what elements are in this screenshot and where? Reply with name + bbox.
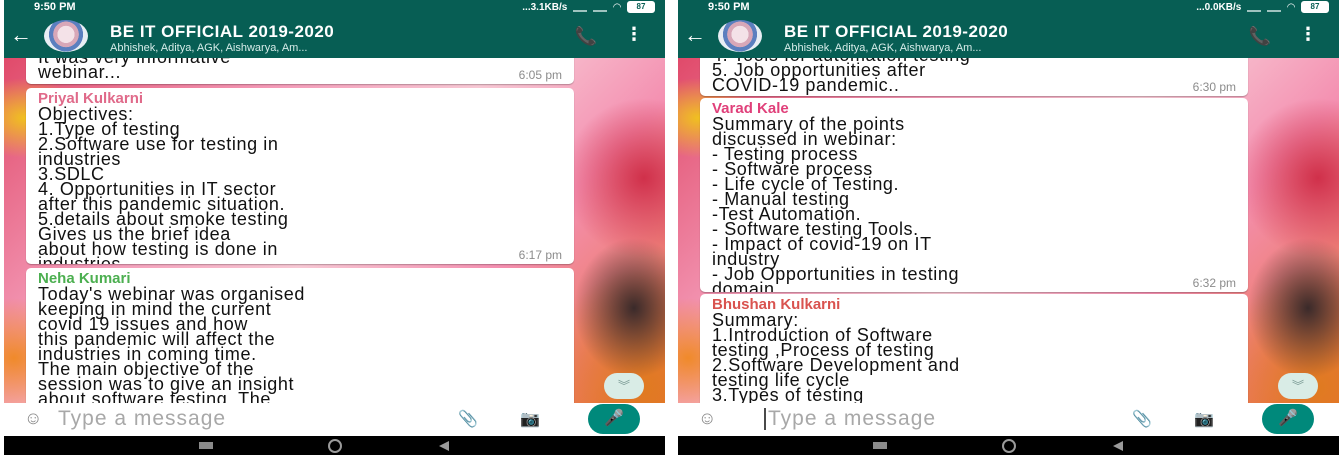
- chat-header[interactable]: ← BE IT OFFICIAL 2019-2020 Abhishek, Adi…: [4, 14, 665, 58]
- microphone-icon: 🎤: [604, 410, 624, 427]
- nav-back-icon[interactable]: [439, 441, 449, 451]
- message-input[interactable]: Type a message: [58, 407, 226, 431]
- chat-area[interactable]: 4. Tools for automation testing 5. Job o…: [678, 58, 1339, 403]
- network-speed: ...3.1KB/s: [522, 1, 568, 13]
- message-time: 6:30 pm: [1192, 80, 1236, 94]
- group-avatar[interactable]: [718, 20, 762, 52]
- group-members[interactable]: Abhishek, Aditya, AGK, Aishwarya, Am...: [110, 42, 307, 54]
- message-bubble[interactable]: 4. Tools for automation testing 5. Job o…: [700, 58, 1248, 96]
- android-nav-bar: [678, 436, 1339, 455]
- group-avatar[interactable]: [44, 20, 88, 52]
- scroll-down-button[interactable]: ︾: [604, 373, 644, 399]
- message-input[interactable]: Type a message: [768, 407, 936, 431]
- signal-icon-2: [1267, 2, 1282, 12]
- message-bubble[interactable]: Bhushan Kulkarni Summary: 1.Introduction…: [700, 294, 1248, 403]
- add-call-icon[interactable]: 📞: [575, 26, 597, 47]
- more-options-icon[interactable]: ⋮: [1299, 24, 1317, 45]
- microphone-icon: 🎤: [1278, 410, 1298, 427]
- home-icon[interactable]: [1002, 439, 1016, 453]
- scroll-down-button[interactable]: ︾: [1278, 373, 1318, 399]
- android-nav-bar: [4, 436, 665, 455]
- add-call-icon[interactable]: 📞: [1249, 26, 1271, 47]
- status-right: ...3.1KB/s ◠ 87: [522, 1, 655, 13]
- chat-header[interactable]: ← BE IT OFFICIAL 2019-2020 Abhishek, Adi…: [678, 14, 1339, 58]
- arrow-left-icon[interactable]: ←: [10, 24, 32, 46]
- text-cursor: [764, 408, 766, 430]
- message-bubble[interactable]: Neha Kumari Today's webinar was organise…: [26, 268, 574, 403]
- right-phone-screen: 9:50 PM ...0.0KB/s ◠ 87 ← BE IT OFFICIAL…: [678, 0, 1339, 455]
- message-text: It was very informative webinar...: [38, 58, 230, 82]
- group-members[interactable]: Abhishek, Aditya, AGK, Aishwarya, Am...: [784, 42, 981, 54]
- message-text: Summary: 1.Introduction of Software test…: [712, 310, 960, 403]
- message-input-bar[interactable]: ☺ Type a message 📎 📷: [10, 405, 580, 433]
- message-time: 6:05 pm: [518, 68, 562, 82]
- recents-icon[interactable]: [873, 442, 887, 449]
- message-time: 6:17 pm: [518, 248, 562, 262]
- mic-button[interactable]: 🎤: [1262, 404, 1314, 434]
- battery-icon: 87: [627, 1, 655, 13]
- battery-icon: 87: [1301, 1, 1329, 13]
- attach-icon[interactable]: 📎: [458, 409, 478, 429]
- message-input-bar[interactable]: ☺ Type a message 📎 📷: [684, 405, 1254, 433]
- mic-button[interactable]: 🎤: [588, 404, 640, 434]
- nav-back-icon[interactable]: [1113, 441, 1123, 451]
- network-speed: ...0.0KB/s: [1196, 1, 1242, 13]
- wifi-icon: ◠: [1287, 1, 1295, 13]
- left-phone-screen: 9:50 PM ...3.1KB/s ◠ 87 ← BE IT OFFICIAL…: [4, 0, 665, 455]
- message-text: Summary of the points discussed in webin…: [712, 114, 960, 292]
- status-bar: 9:50 PM ...0.0KB/s ◠ 87: [678, 0, 1339, 14]
- recents-icon[interactable]: [199, 442, 213, 449]
- group-title[interactable]: BE IT OFFICIAL 2019-2020: [110, 22, 334, 42]
- message-bubble[interactable]: Varad Kale Summary of the points discuss…: [700, 98, 1248, 292]
- group-title[interactable]: BE IT OFFICIAL 2019-2020: [784, 22, 1008, 42]
- signal-icon-2: [593, 2, 608, 12]
- status-bar: 9:50 PM ...3.1KB/s ◠ 87: [4, 0, 665, 14]
- camera-icon[interactable]: 📷: [520, 409, 540, 429]
- emoji-icon[interactable]: ☺: [698, 408, 716, 429]
- message-bubble[interactable]: Priyal Kulkarni Objectives: 1.Type of te…: [26, 88, 574, 264]
- arrow-left-icon[interactable]: ←: [684, 24, 706, 46]
- message-time: 6:32 pm: [1192, 276, 1236, 290]
- status-right: ...0.0KB/s ◠ 87: [1196, 1, 1329, 13]
- message-text: 4. Tools for automation testing 5. Job o…: [712, 58, 970, 95]
- chat-area[interactable]: It was very informative webinar... 6:05 …: [4, 58, 665, 403]
- status-time: 9:50 PM: [708, 1, 750, 13]
- emoji-icon[interactable]: ☺: [24, 408, 42, 429]
- home-icon[interactable]: [328, 439, 342, 453]
- more-options-icon[interactable]: ⋮: [625, 24, 643, 45]
- message-text: Today's webinar was organised keeping in…: [38, 284, 305, 403]
- signal-icon: [1247, 2, 1262, 12]
- status-time: 9:50 PM: [34, 1, 76, 13]
- message-bubble[interactable]: It was very informative webinar... 6:05 …: [26, 58, 574, 84]
- wifi-icon: ◠: [613, 1, 621, 13]
- message-text: Objectives: 1.Type of testing 2.Software…: [38, 104, 289, 264]
- signal-icon: [573, 2, 588, 12]
- attach-icon[interactable]: 📎: [1132, 409, 1152, 429]
- camera-icon[interactable]: 📷: [1194, 409, 1214, 429]
